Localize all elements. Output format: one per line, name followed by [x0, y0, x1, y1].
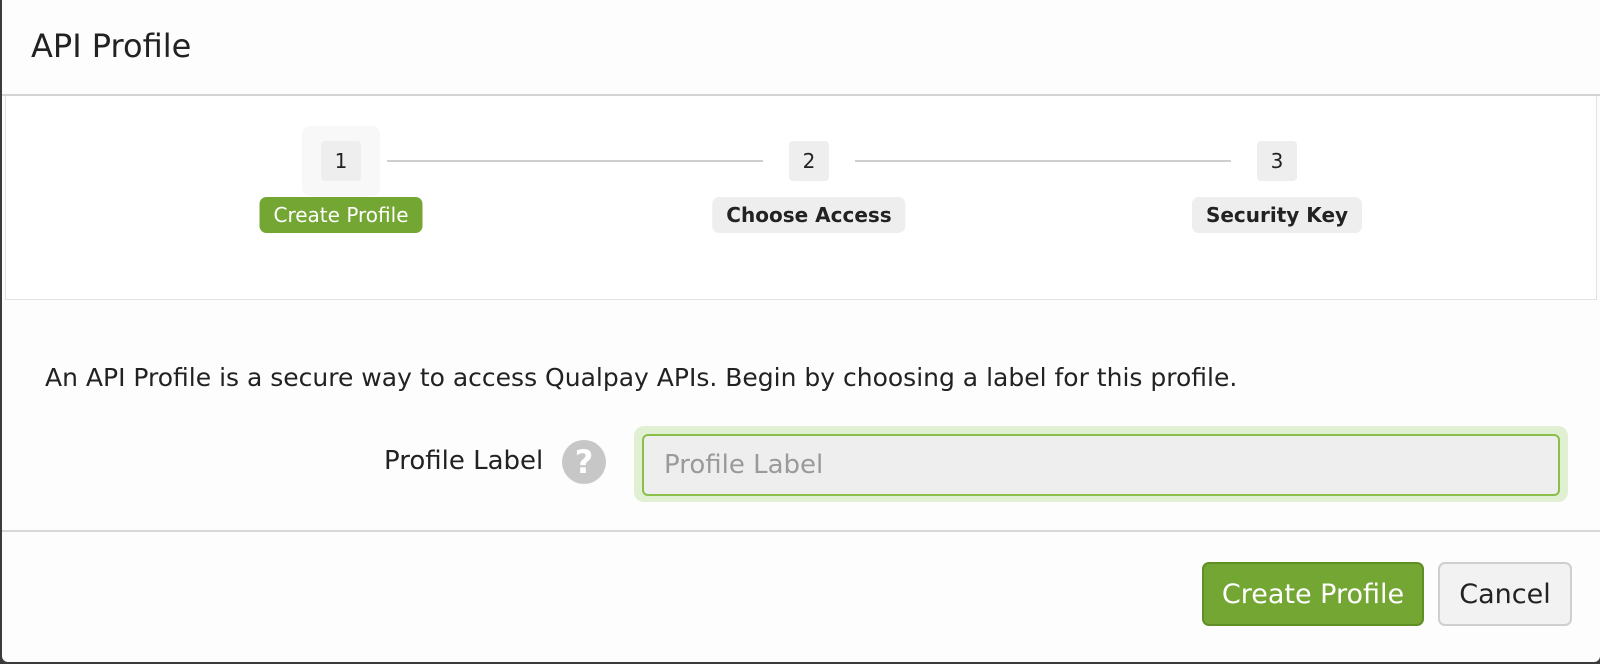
modal-header: API Profile — [2, 0, 1600, 96]
modal-footer: Create Profile Cancel — [2, 532, 1600, 660]
step-label: Security Key — [1191, 197, 1363, 233]
modal-title: API Profile — [31, 27, 192, 65]
step-number-wrap: 3 — [1238, 126, 1316, 196]
step-number-wrap: 1 — [302, 126, 380, 196]
step-connector-2-3 — [855, 160, 1231, 162]
step-number: 3 — [1257, 141, 1297, 181]
step-number: 2 — [789, 141, 829, 181]
step-label: Create Profile — [259, 197, 423, 233]
intro-text: An API Profile is a secure way to access… — [45, 363, 1238, 392]
cancel-button[interactable]: Cancel — [1438, 562, 1572, 626]
profile-label-input[interactable] — [642, 434, 1560, 496]
question-circle-icon[interactable]: ? — [562, 440, 606, 484]
step-connector-1-2 — [387, 160, 763, 162]
create-profile-button[interactable]: Create Profile — [1202, 562, 1424, 626]
form-body: An API Profile is a secure way to access… — [2, 300, 1600, 532]
profile-label-text: Profile Label — [384, 446, 544, 476]
profile-label-row: Profile Label ? — [2, 426, 1600, 502]
api-profile-modal: API Profile 1 Create Profile 2 Choose Ac… — [2, 0, 1600, 662]
step-number: 1 — [321, 141, 361, 181]
wizard-steps: 1 Create Profile 2 Choose Access 3 Secur… — [5, 96, 1597, 300]
step-label: Choose Access — [712, 197, 906, 233]
step-number-wrap: 2 — [770, 126, 848, 196]
